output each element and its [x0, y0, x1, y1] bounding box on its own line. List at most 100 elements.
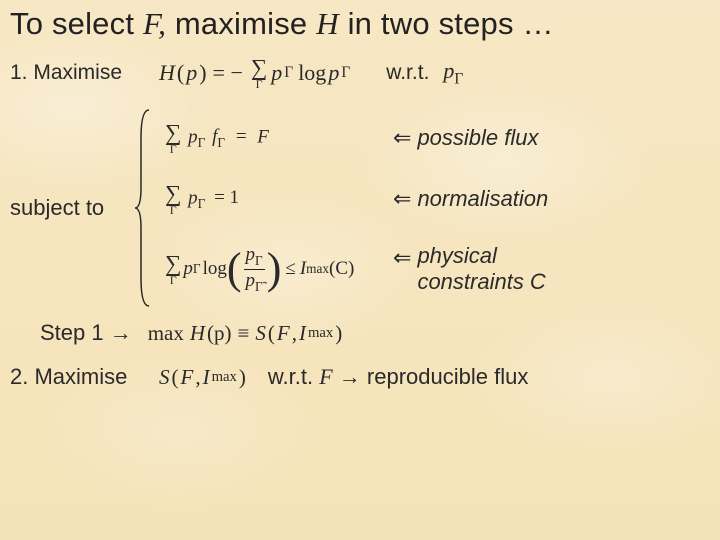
c3-G: Γ: [193, 261, 201, 277]
step1-row: Step 1 → max H (p) ≡ S ( F , Imax ): [10, 320, 710, 346]
c1-G: Γ: [198, 135, 206, 150]
sum-icon: ∑ Γ: [251, 56, 267, 90]
paren-open: (: [177, 60, 184, 86]
c2-G: Γ: [198, 196, 206, 211]
max: max: [148, 321, 184, 346]
title-H: H: [316, 6, 339, 41]
c1-label-text: possible flux: [417, 125, 538, 151]
c2-label: ⇐ normalisation: [393, 186, 548, 212]
comma: ,: [292, 321, 297, 346]
constraints-list: ∑Γ pΓ fΓ = F ⇐ possible flux ∑Γ pΓ = 1: [163, 108, 548, 308]
step2-label: 2. Maximise: [10, 364, 145, 390]
title-post: in two steps …: [339, 6, 554, 41]
comma2: ,: [195, 365, 200, 390]
num-G: Γ: [255, 253, 263, 268]
c1-eq: ∑Γ pΓ fΓ = F: [163, 121, 393, 155]
c3-log: log: [203, 258, 227, 280]
open: (: [268, 321, 275, 346]
p: (p): [207, 321, 232, 346]
H-symbol: H: [159, 60, 175, 86]
sum-sub: Γ: [170, 274, 177, 286]
c1-F: F: [257, 126, 269, 147]
subject-to-label: subject to: [10, 108, 135, 308]
close2: ): [239, 365, 246, 390]
left-arrow-icon: ⇐: [393, 186, 411, 212]
maximise-row: 1. Maximise H ( p ) = − ∑ Γ pΓ log pΓ w.…: [10, 56, 710, 90]
c3-Imax: max: [306, 261, 329, 277]
frac: pΓ pΓ̃: [244, 245, 265, 292]
equals-neg: = −: [213, 60, 243, 86]
p-arg: p: [186, 60, 197, 86]
title-F: F,: [143, 6, 166, 41]
sum-sub: Γ: [170, 204, 177, 216]
close: ): [335, 321, 342, 346]
c1-fsub: Γ: [217, 135, 225, 150]
constraints-block: subject to ∑Γ pΓ fΓ = F ⇐ possible flux: [10, 108, 710, 308]
constraint-norm: ∑Γ pΓ = 1 ⇐ normalisation: [163, 169, 548, 229]
den-p: p: [246, 270, 256, 291]
equiv: ≡: [238, 321, 250, 346]
p-var-sub: Γ: [454, 70, 463, 87]
c1-p: p: [188, 126, 198, 147]
p2: p: [328, 60, 339, 86]
constraint-flux: ∑Γ pΓ fΓ = F ⇐ possible flux: [163, 108, 548, 168]
sum-icon: ∑Γ: [165, 121, 181, 155]
log: log: [298, 60, 326, 86]
p-var: p: [443, 58, 454, 83]
c3-p: p: [183, 258, 193, 280]
step2-wrt: w.r.t. F → reproducible flux: [268, 364, 528, 390]
entropy-formula: H ( p ) = − ∑ Γ pΓ log pΓ: [159, 56, 350, 90]
left-arrow-icon: ⇐: [393, 245, 411, 271]
step1-label: Step 1 →: [40, 320, 132, 346]
c3-l2: constraints C: [417, 269, 545, 294]
open2: (: [172, 365, 179, 390]
c3-l1: physical: [417, 243, 496, 268]
c2-eq: ∑Γ pΓ = 1: [163, 182, 393, 216]
c3-le: ≤: [285, 258, 295, 280]
c2-eqsign: = 1: [214, 187, 239, 208]
left-arrow-icon: ⇐: [393, 125, 411, 151]
wrt2: w.r.t.: [268, 364, 319, 389]
sum-sub: Γ: [170, 143, 177, 155]
reproducible: → reproducible flux: [333, 364, 529, 389]
c3-label: ⇐ physical constraints C: [393, 243, 546, 295]
p2-sub: Γ: [341, 64, 350, 82]
den-G: Γ̃: [255, 278, 263, 293]
maximise-label: 1. Maximise: [10, 61, 145, 85]
c3-eq: ∑Γ pΓ log ( pΓ pΓ̃ ) ≤ Imax (C): [163, 245, 393, 292]
p1-sub: Γ: [284, 64, 293, 82]
Imax2: max: [212, 369, 237, 386]
c3-C: (C): [329, 258, 354, 280]
H: H: [190, 321, 205, 346]
slide-title: To select F, maximise H in two steps …: [10, 6, 710, 42]
sum-sub: Γ: [256, 78, 263, 90]
c3-label-text: physical constraints C: [417, 243, 545, 295]
S2: S: [159, 365, 170, 390]
brace-icon: [135, 108, 153, 308]
sum-icon: ∑Γ: [165, 252, 181, 286]
num-p: p: [246, 244, 256, 265]
Imax: max: [308, 325, 333, 342]
c1-eqsign: =: [236, 126, 247, 147]
F2: F: [181, 365, 194, 390]
p1: p: [271, 60, 282, 86]
S: S: [255, 321, 266, 346]
paren-close: ): [199, 60, 206, 86]
constraint-physical: ∑Γ pΓ log ( pΓ pΓ̃ ) ≤ Imax (C): [163, 230, 548, 308]
c1-label: ⇐ possible flux: [393, 125, 539, 151]
wrt-var: pΓ: [443, 58, 463, 88]
big-paren: ( pΓ pΓ̃ ): [227, 245, 282, 292]
step2-row: 2. Maximise S ( F , Imax ) w.r.t. F → re…: [10, 364, 710, 390]
wrt-label: w.r.t.: [386, 61, 429, 85]
c2-label-text: normalisation: [417, 186, 548, 212]
c2-p: p: [188, 187, 198, 208]
F: F: [277, 321, 290, 346]
sum-icon: ∑Γ: [165, 182, 181, 216]
I: I: [299, 321, 306, 346]
Fvar: F: [319, 364, 332, 389]
step1-eq: max H (p) ≡ S ( F , Imax ): [148, 321, 343, 346]
title-pre: To select: [10, 6, 143, 41]
I2: I: [203, 365, 210, 390]
title-mid: maximise: [166, 6, 316, 41]
step2-eq: S ( F , Imax ): [159, 365, 246, 390]
